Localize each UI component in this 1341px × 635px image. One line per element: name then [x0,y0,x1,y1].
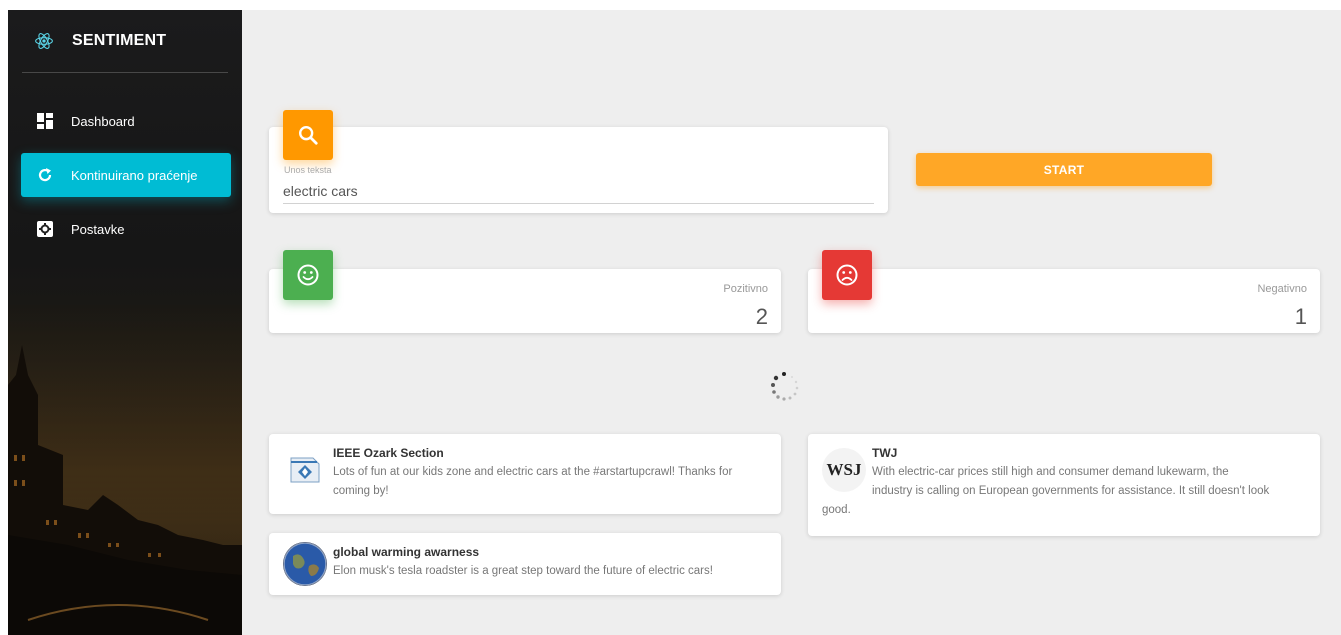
frown-icon [822,250,872,300]
tweet-text-line: industry is calling on European governme… [872,485,1270,497]
smile-icon [283,250,333,300]
tweet-card[interactable]: WSJ TWJ With electric-car prices still h… [808,434,1320,536]
avatar [283,448,327,492]
sidebar-item-label: Kontinuirano praćenje [71,167,198,183]
tweet-text-line: good. [822,504,851,516]
sidebar: SENTIMENT Dashboard Kontinuirano praćenj… [8,10,242,635]
search-card: Unos teksta [269,110,888,213]
avatar [283,542,327,586]
sidebar-background-image [8,305,242,635]
dashboard-icon [37,113,53,129]
search-input[interactable] [283,178,874,204]
tweet-text: Lots of fun at our kids zone and electri… [333,466,733,497]
positive-label: Pozitivno [723,283,768,295]
positive-count: 2 [755,304,768,329]
sidebar-item-label: Dashboard [71,113,135,129]
ieee-logo-icon [290,457,320,483]
tweet-text: Elon musk's tesla roadster is a great st… [333,565,713,577]
tweet-card[interactable]: global warming awarness Elon musk's tesl… [269,533,781,595]
tweet-author: IEEE Ozark Section [333,446,444,460]
sidebar-nav: Dashboard Kontinuirano praćenje Postavke [8,99,242,251]
avatar: WSJ [822,448,866,492]
search-icon [283,110,333,160]
react-logo-icon [35,33,53,49]
positive-stat-card: Pozitivno 2 [269,250,781,333]
sidebar-item-label: Postavke [71,221,125,237]
negative-count: 1 [1294,304,1307,329]
sidebar-item-postavke[interactable]: Postavke [21,207,231,251]
tweet-author: global warming awarness [333,545,480,559]
loading-spinner-icon [771,372,799,401]
negative-label: Negativno [1257,283,1307,295]
tweet-card[interactable]: IEEE Ozark Section Lots of fun at our ki… [269,434,781,514]
brand-title: SENTIMENT [72,32,167,49]
search-label: Unos teksta [284,165,332,175]
main-content: Unos teksta START Pozitivno 2 Negativno … [242,10,1341,635]
brand[interactable]: SENTIMENT [8,10,242,72]
start-button[interactable]: START [916,153,1212,186]
refresh-icon [37,167,53,183]
sidebar-item-kontinuirano-pracenje[interactable]: Kontinuirano praćenje [21,153,231,197]
sidebar-item-dashboard[interactable]: Dashboard [21,99,231,143]
tweet-author: TWJ [872,446,898,460]
tweet-text-line: With electric-car prices still high and … [872,466,1229,478]
earth-globe-icon [283,542,327,586]
sidebar-divider [22,72,228,73]
negative-stat-card: Negativno 1 [808,250,1320,333]
tweet-text: With electric-car prices still high and … [822,463,1306,520]
settings-icon [37,221,53,237]
wsj-logo: WSJ [826,460,862,479]
